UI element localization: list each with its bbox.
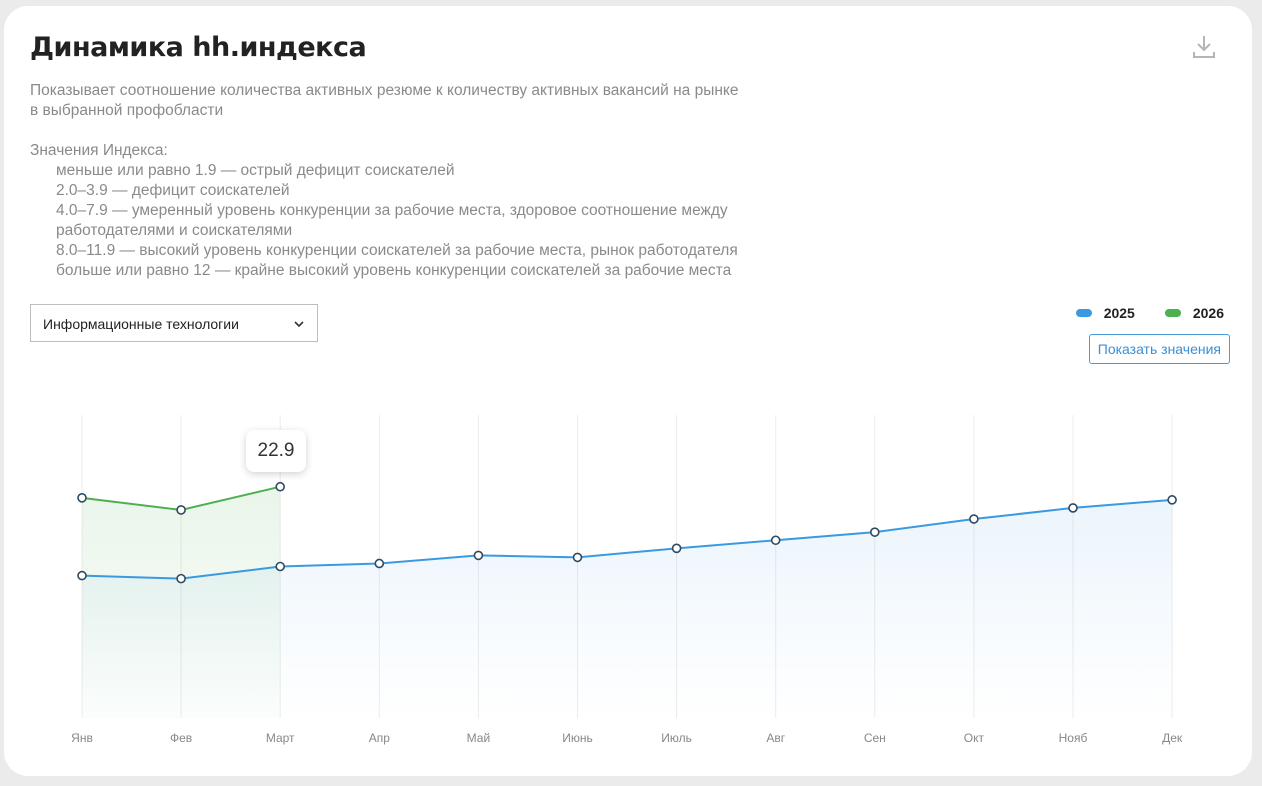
value-tooltip: 22.9 (246, 430, 306, 472)
x-tick-label: Март (266, 731, 295, 745)
x-tick-label: Апр (369, 731, 391, 745)
x-tick-label: Нояб (1059, 731, 1088, 745)
x-tick-label: Июнь (562, 731, 593, 745)
data-point-2026[interactable] (77, 493, 87, 503)
data-point-2025[interactable] (869, 527, 880, 537)
data-point-2025[interactable] (473, 550, 484, 561)
series-area-2026 (82, 486, 281, 718)
data-point-2025[interactable] (374, 558, 385, 569)
data-point-2025[interactable] (1167, 495, 1177, 505)
data-point-2025[interactable] (1068, 503, 1078, 513)
x-tick-label: Окт (964, 731, 985, 745)
hh-index-chart: Янв Фев Март Апр Май Июнь Июль Авг Сен Окт Нояб Дек (71, 415, 1183, 745)
x-tick-label: Сен (864, 731, 886, 745)
data-point-2025[interactable] (770, 535, 781, 546)
data-point-2026[interactable] (275, 481, 286, 492)
data-point-2026[interactable] (176, 505, 186, 515)
data-point-2025[interactable] (671, 543, 682, 554)
data-point-2025[interactable] (77, 570, 87, 581)
data-point-2025[interactable] (176, 573, 186, 584)
x-tick-label: Май (467, 731, 491, 745)
data-point-2025[interactable] (969, 514, 979, 524)
x-tick-label: Июль (661, 731, 692, 745)
x-tick-label: Янв (71, 731, 93, 745)
data-point-2025[interactable] (275, 561, 286, 572)
x-tick-label: Дек (1162, 731, 1183, 745)
x-tick-label: Авг (766, 731, 785, 745)
data-point-2025[interactable] (572, 552, 583, 563)
x-tick-label: Фев (170, 731, 192, 745)
